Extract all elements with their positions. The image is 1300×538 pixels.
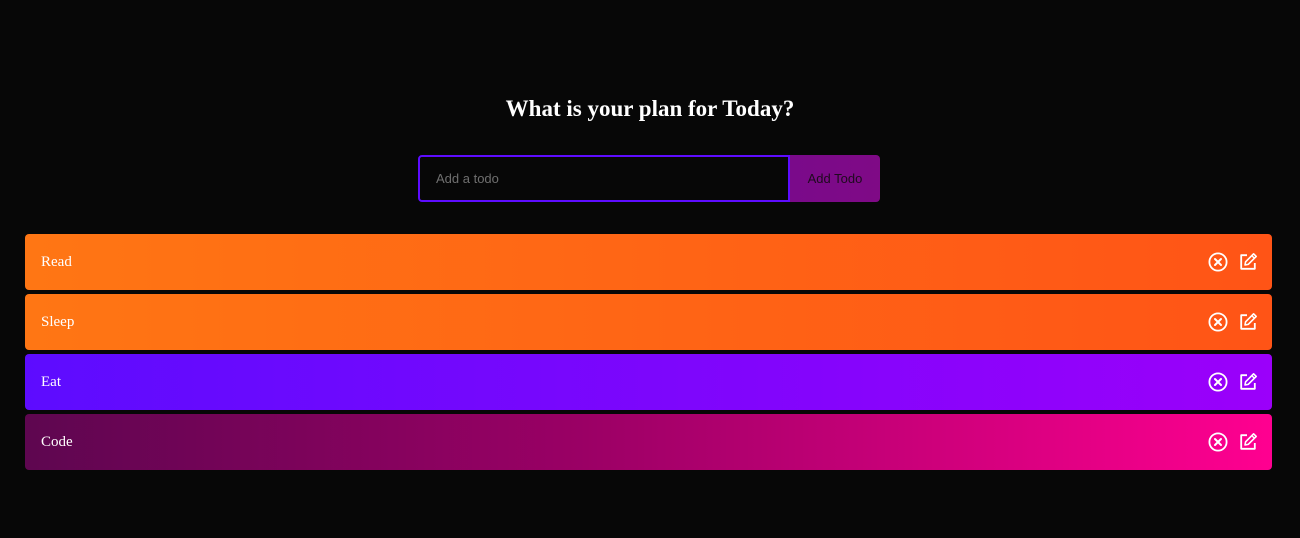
todo-actions — [1207, 252, 1258, 273]
todo-actions — [1207, 432, 1258, 453]
todo-text[interactable]: Code — [41, 434, 73, 451]
todo-app: What is your plan for Today? Add Todo Re… — [0, 0, 1300, 538]
edit-icon[interactable] — [1237, 432, 1258, 453]
close-circle-icon[interactable] — [1207, 432, 1228, 453]
todo-row: Sleep — [25, 294, 1272, 350]
todo-text[interactable]: Eat — [41, 374, 61, 391]
page-title: What is your plan for Today? — [505, 96, 795, 121]
todo-actions — [1207, 372, 1258, 393]
close-circle-icon[interactable] — [1207, 312, 1228, 333]
edit-icon[interactable] — [1237, 372, 1258, 393]
todo-row: Code — [25, 414, 1272, 470]
add-todo-button[interactable]: Add Todo — [790, 155, 880, 202]
close-circle-icon[interactable] — [1207, 252, 1228, 273]
todo-row: Read — [25, 234, 1272, 290]
edit-icon[interactable] — [1237, 312, 1258, 333]
todo-text[interactable]: Sleep — [41, 314, 74, 331]
todo-actions — [1207, 312, 1258, 333]
close-circle-icon[interactable] — [1207, 372, 1228, 393]
todo-input[interactable] — [418, 155, 790, 202]
todo-text[interactable]: Read — [41, 254, 72, 271]
todo-list: Read Sleep Eat Code — [25, 234, 1272, 474]
todo-row: Eat — [25, 354, 1272, 410]
edit-icon[interactable] — [1237, 252, 1258, 273]
todo-form: Add Todo — [418, 155, 880, 202]
